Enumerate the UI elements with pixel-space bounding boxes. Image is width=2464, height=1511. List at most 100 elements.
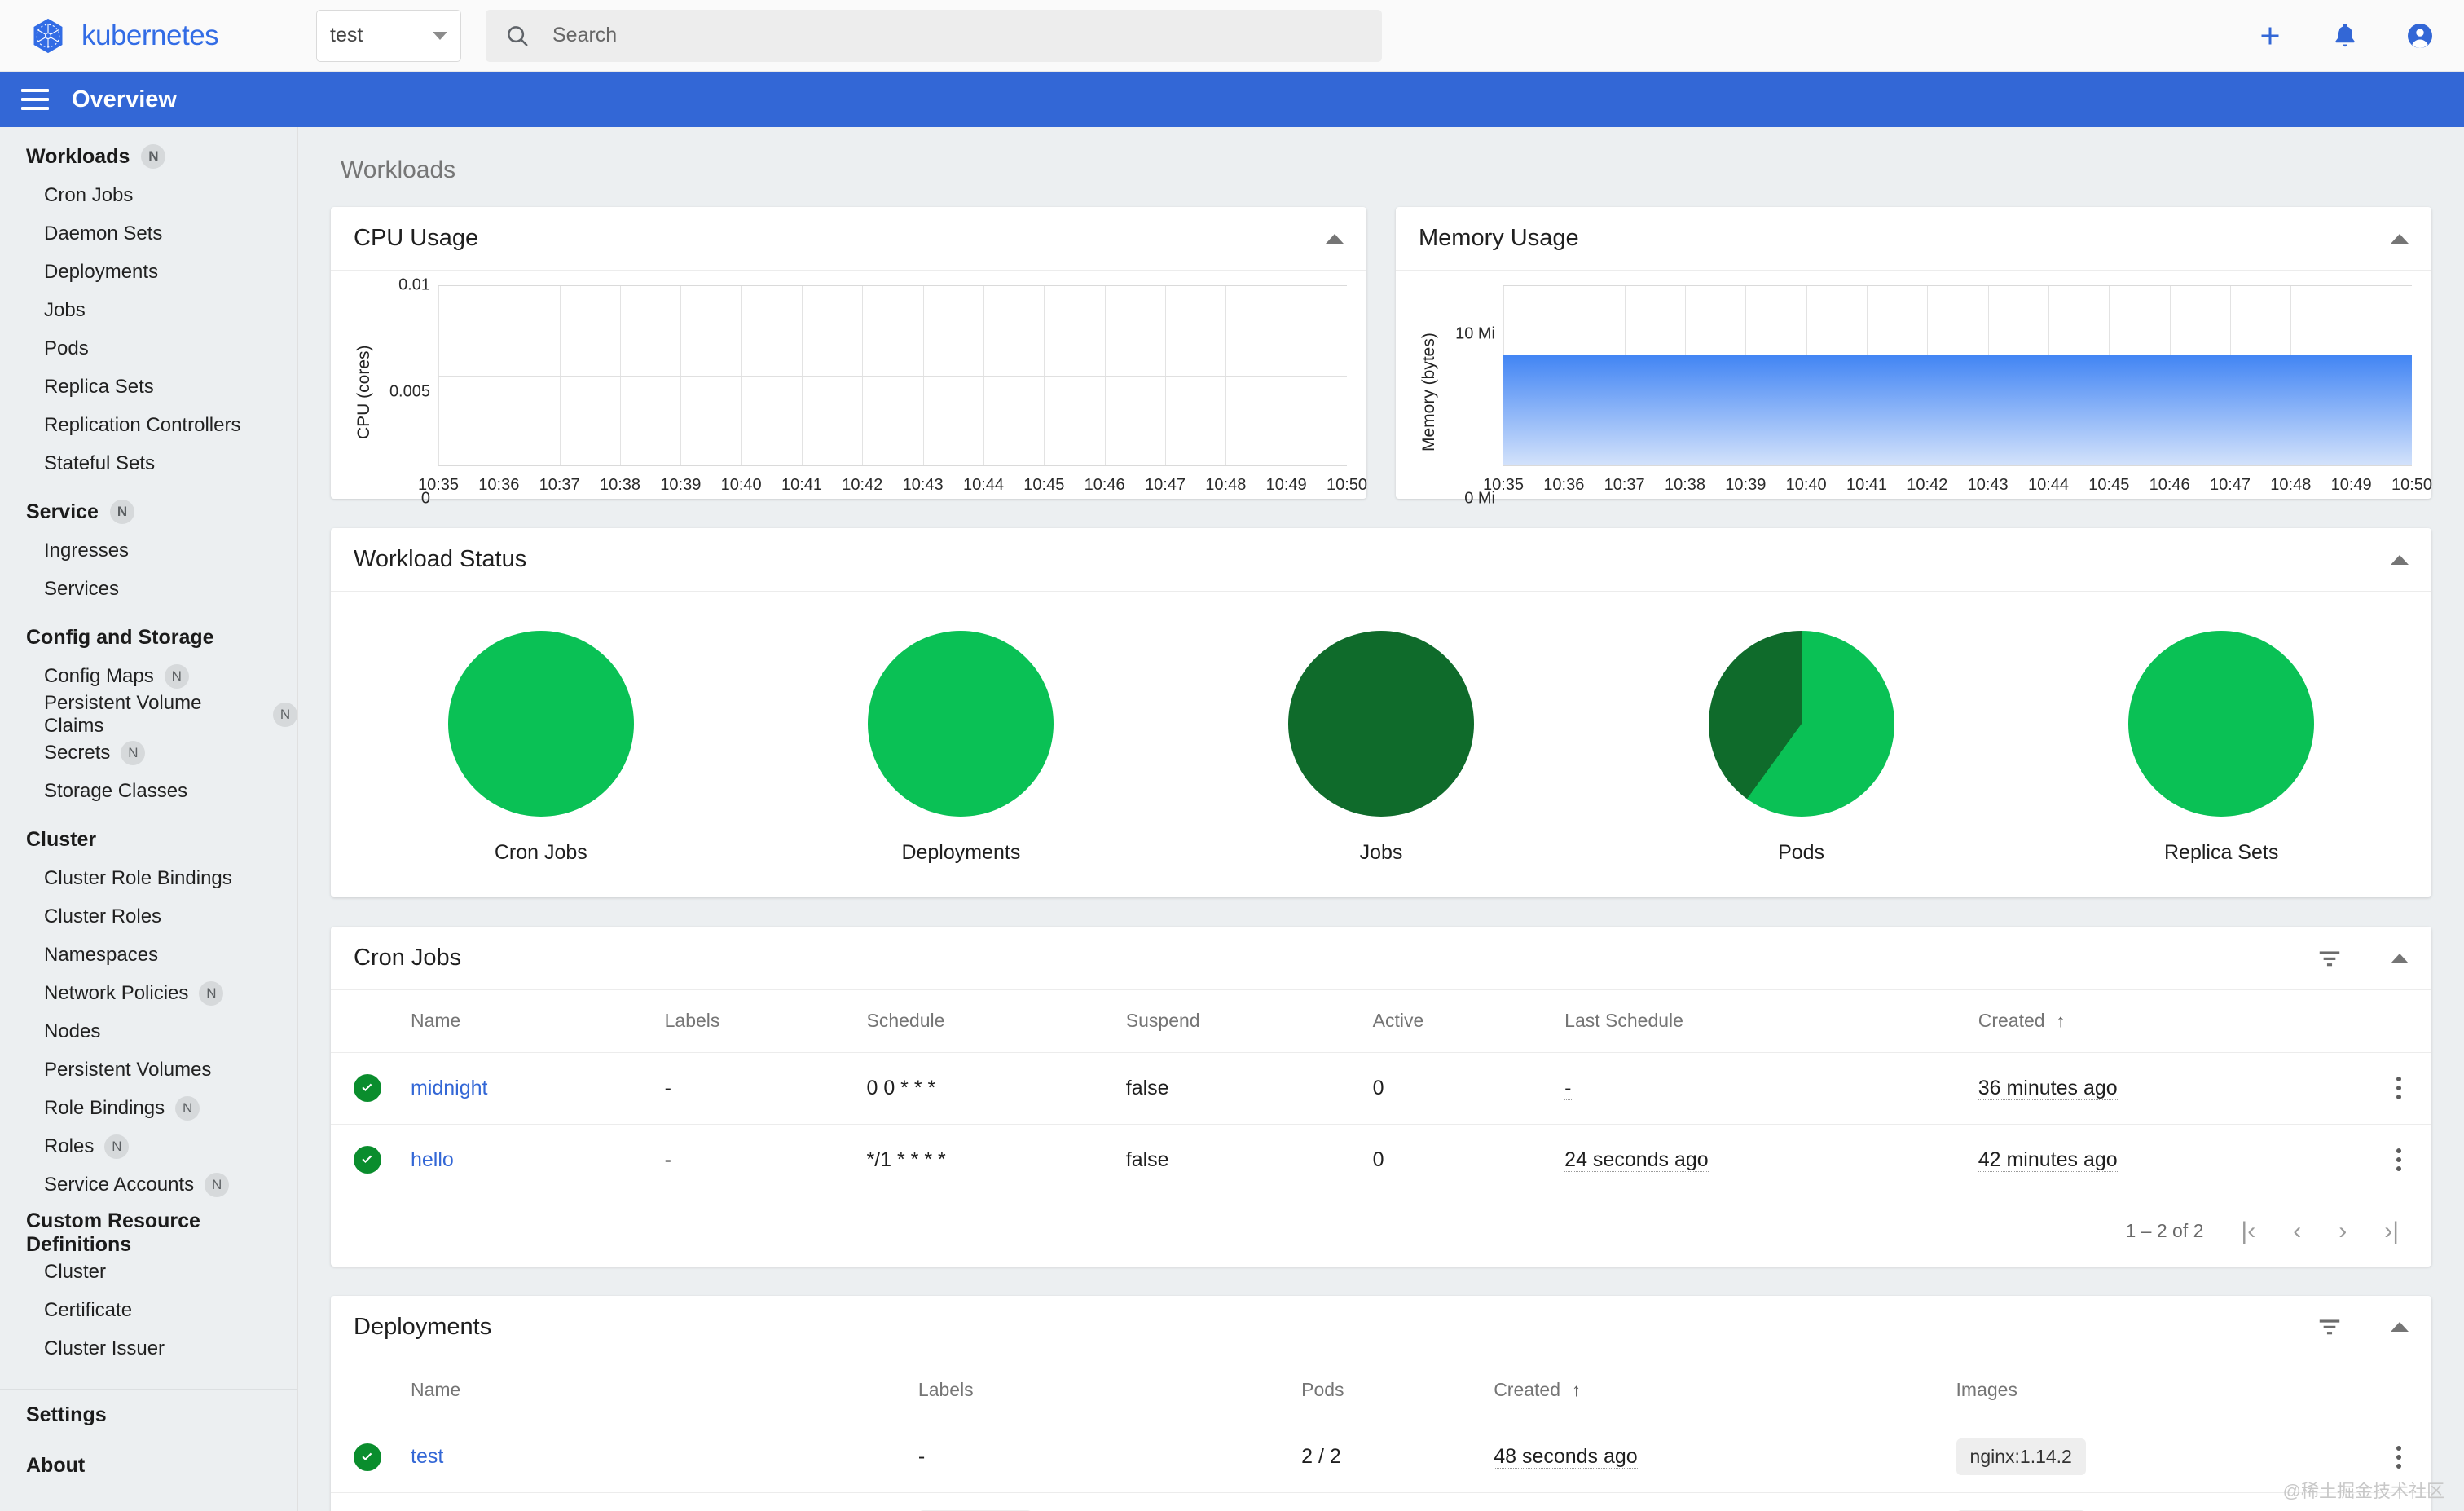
relative-time[interactable]: 36 minutes ago bbox=[1978, 1076, 2118, 1100]
table-row[interactable]: test -2 / 2 48 seconds ago nginx:1.14.2 bbox=[331, 1421, 2431, 1493]
sidebar-item-cluster-role-bindings[interactable]: Cluster Role Bindings bbox=[0, 859, 297, 897]
hamburger-menu-icon[interactable] bbox=[21, 89, 49, 110]
x-tick-label: 10:46 bbox=[1084, 476, 1125, 494]
deployments-title: Deployments bbox=[354, 1313, 492, 1340]
sidebar-item-namespaces[interactable]: Namespaces bbox=[0, 936, 297, 974]
sidebar-item-label: Deployments bbox=[44, 260, 159, 283]
sidebar-item-settings[interactable]: Settings bbox=[0, 1390, 297, 1440]
pie-chart[interactable] bbox=[1708, 631, 1894, 817]
pie-chart[interactable] bbox=[1287, 631, 1474, 817]
sidebar-item-cron-jobs[interactable]: Cron Jobs bbox=[0, 176, 297, 214]
kubernetes-logo-icon bbox=[33, 18, 63, 53]
sidebar-item-service-accounts[interactable]: Service Accounts N bbox=[0, 1165, 297, 1204]
column-header-suspend[interactable]: Suspend bbox=[1111, 990, 1358, 1053]
sidebar-item-services[interactable]: Services bbox=[0, 570, 297, 608]
x-tick-label: 10:37 bbox=[1604, 476, 1645, 494]
plus-icon[interactable] bbox=[2255, 21, 2285, 51]
sidebar-item-cluster-issuer[interactable]: Cluster Issuer bbox=[0, 1329, 297, 1368]
collapse-icon[interactable] bbox=[2391, 233, 2409, 244]
column-header-created[interactable]: Created ↑ bbox=[1479, 1359, 1942, 1421]
sidebar-item-secrets[interactable]: Secrets N bbox=[0, 733, 297, 772]
column-header-active[interactable]: Active bbox=[1357, 990, 1551, 1053]
relative-time[interactable]: 42 minutes ago bbox=[1978, 1148, 2118, 1172]
collapse-icon[interactable] bbox=[2391, 1322, 2409, 1332]
relative-time[interactable]: - bbox=[1564, 1076, 1572, 1100]
table-row[interactable]: midnight -0 0 * * * false 0-36 minutes ago bbox=[331, 1052, 2431, 1125]
memory-y-ticks: 10 Mi 0 Mi bbox=[1443, 285, 1503, 508]
column-header-images[interactable]: Images bbox=[1941, 1359, 2366, 1421]
cron-jobs-body: midnight -0 0 * * * false 0-36 minutes ago h… bbox=[331, 1052, 2431, 1196]
deployment-link[interactable]: test bbox=[411, 1445, 443, 1468]
relative-time[interactable]: 48 seconds ago bbox=[1494, 1445, 1638, 1469]
collapse-icon[interactable] bbox=[1326, 233, 1344, 244]
sidebar-item-deployments[interactable]: Deployments bbox=[0, 253, 297, 291]
cron-job-link[interactable]: midnight bbox=[411, 1077, 488, 1099]
sidebar-item-config-maps[interactable]: Config Maps N bbox=[0, 657, 297, 695]
sidebar-item-network-policies[interactable]: Network Policies N bbox=[0, 974, 297, 1012]
column-header-last-schedule[interactable]: Last Schedule bbox=[1550, 990, 1964, 1053]
pager-next-button[interactable]: › bbox=[2339, 1218, 2347, 1245]
brand-logo-area[interactable]: kubernetes bbox=[0, 17, 293, 55]
table-row[interactable]: hello - */1 * * * * false 0 24 seconds ago 42 … bbox=[331, 1124, 2431, 1196]
column-header-schedule[interactable]: Schedule bbox=[851, 990, 1111, 1053]
cell-actions bbox=[2366, 1124, 2431, 1196]
sidebar-item-cluster[interactable]: Cluster bbox=[0, 1253, 297, 1291]
column-header-name[interactable]: Name bbox=[396, 990, 650, 1053]
metrics-charts-row: CPU Usage CPU (cores) 0.01 0.005 0 10:35 10… bbox=[331, 207, 2432, 528]
x-tick-label: 10:37 bbox=[539, 476, 580, 494]
pager-last-button[interactable]: ›| bbox=[2384, 1218, 2399, 1245]
cell-name: midnight bbox=[396, 1052, 650, 1125]
row-actions-menu-icon[interactable] bbox=[2381, 1148, 2417, 1171]
sidebar-item-daemon-sets[interactable]: Daemon Sets bbox=[0, 214, 297, 253]
sidebar-item-cluster-roles[interactable]: Cluster Roles bbox=[0, 897, 297, 936]
cell-created: 48 seconds ago bbox=[1479, 1421, 1942, 1493]
collapse-icon[interactable] bbox=[2391, 554, 2409, 565]
filter-icon[interactable] bbox=[2317, 1318, 2342, 1336]
sidebar-item-roles[interactable]: Roles N bbox=[0, 1127, 297, 1165]
x-tick-label: 10:44 bbox=[2027, 476, 2070, 494]
pie-chart[interactable] bbox=[447, 631, 634, 817]
sidebar-item-persistent-volume-claims[interactable]: Persistent Volume Claims N bbox=[0, 692, 297, 737]
sidebar-item-label: Namespaces bbox=[44, 943, 159, 966]
cron-job-link[interactable]: hello bbox=[411, 1148, 454, 1171]
sidebar-item-label: Cluster Roles bbox=[44, 905, 162, 927]
status-column-header bbox=[331, 1359, 396, 1421]
sidebar-item-ingresses[interactable]: Ingresses bbox=[0, 531, 297, 570]
sidebar-item-replica-sets[interactable]: Replica Sets bbox=[0, 368, 297, 406]
sidebar-item-label: Settings bbox=[26, 1403, 107, 1426]
sidebar-item-jobs[interactable]: Jobs bbox=[0, 291, 297, 329]
account-circle-icon[interactable] bbox=[2405, 21, 2435, 51]
search-input[interactable]: Search bbox=[486, 9, 1382, 62]
relative-time[interactable]: 24 seconds ago bbox=[1564, 1148, 1709, 1172]
bell-icon[interactable] bbox=[2330, 21, 2360, 51]
sidebar-item-replication-controllers[interactable]: Replication Controllers bbox=[0, 406, 297, 444]
sidebar-item-role-bindings[interactable]: Role Bindings N bbox=[0, 1089, 297, 1127]
sidebar-item-persistent-volumes[interactable]: Persistent Volumes bbox=[0, 1051, 297, 1089]
sidebar-group-label: Cluster bbox=[26, 827, 97, 851]
column-header-created[interactable]: Created ↑ bbox=[1963, 990, 2366, 1053]
sidebar-item-about[interactable]: About bbox=[0, 1440, 297, 1491]
column-header-labels[interactable]: Labels bbox=[649, 990, 852, 1053]
cell-name: hello bbox=[396, 1124, 650, 1196]
sidebar-item-stateful-sets[interactable]: Stateful Sets bbox=[0, 444, 297, 482]
pie-chart[interactable] bbox=[2128, 631, 2315, 817]
column-header-name[interactable]: Name bbox=[396, 1359, 904, 1421]
filter-icon[interactable] bbox=[2317, 949, 2342, 967]
pie-chart[interactable] bbox=[868, 631, 1054, 817]
namespace-selector[interactable]: test bbox=[316, 9, 461, 62]
cron-jobs-table: Name Labels Schedule Suspend Active Last Sche… bbox=[331, 990, 2431, 1196]
row-actions-menu-icon[interactable] bbox=[2381, 1445, 2417, 1469]
row-actions-menu-icon[interactable] bbox=[2381, 1077, 2417, 1099]
pager-first-button[interactable]: |‹ bbox=[2241, 1218, 2255, 1245]
sidebar-item-certificate[interactable]: Certificate bbox=[0, 1291, 297, 1329]
x-tick-label: 10:40 bbox=[720, 476, 762, 494]
table-row[interactable]: nginx-deploymentapp: nginx3 / 342 minute… bbox=[331, 1492, 2431, 1511]
collapse-icon[interactable] bbox=[2391, 953, 2409, 963]
column-header-pods[interactable]: Pods bbox=[1287, 1359, 1480, 1421]
column-header-labels[interactable]: Labels bbox=[903, 1359, 1287, 1421]
sidebar-item-nodes[interactable]: Nodes bbox=[0, 1012, 297, 1051]
sidebar-item-pods[interactable]: Pods bbox=[0, 329, 297, 368]
sort-ascending-icon: ↑ bbox=[1572, 1379, 1582, 1400]
pager-prev-button[interactable]: ‹ bbox=[2293, 1218, 2301, 1245]
sidebar-item-storage-classes[interactable]: Storage Classes bbox=[0, 772, 297, 810]
